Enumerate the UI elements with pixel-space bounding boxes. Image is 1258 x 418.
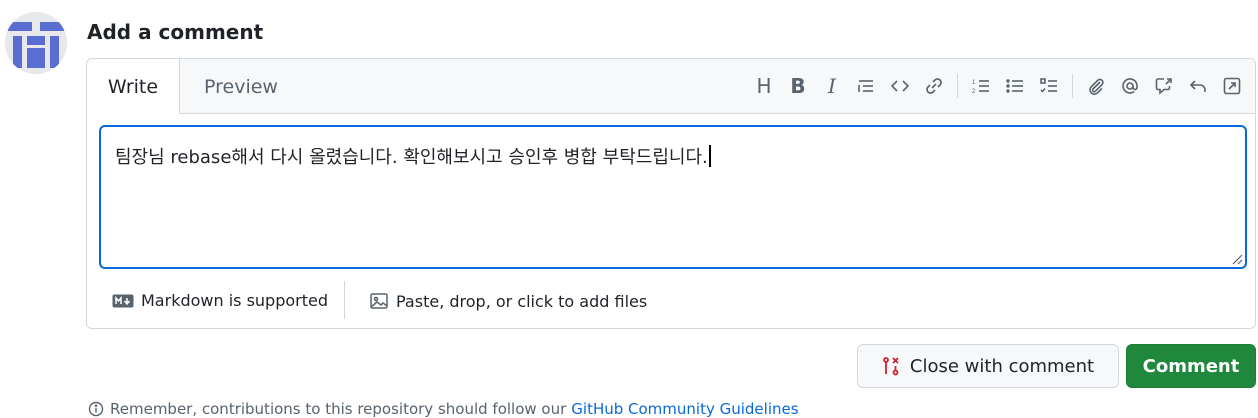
paperclip-icon[interactable] bbox=[1079, 72, 1113, 100]
comment-textarea[interactable]: 팀장님 rebase해서 다시 올렸습니다. 확인해보시고 승인후 병합 부탁드… bbox=[99, 125, 1247, 269]
markdown-label: Markdown is supported bbox=[141, 291, 329, 310]
bold-icon[interactable]: B bbox=[781, 72, 815, 100]
resize-handle-icon[interactable] bbox=[1231, 253, 1243, 265]
page-title: Add a comment bbox=[87, 20, 264, 44]
guidelines-link[interactable]: GitHub Community Guidelines bbox=[571, 400, 798, 418]
code-icon[interactable] bbox=[883, 72, 917, 100]
comment-text-wrapper: 팀장님 rebase해서 다시 올렸습니다. 확인해보시고 승인후 병합 부탁드… bbox=[115, 143, 711, 169]
italic-icon[interactable]: I bbox=[815, 72, 849, 100]
image-icon bbox=[370, 293, 388, 309]
comment-button[interactable]: Comment bbox=[1126, 344, 1256, 388]
guidelines-text: Remember, contributions to this reposito… bbox=[110, 400, 567, 418]
svg-text:1: 1 bbox=[972, 80, 976, 86]
footer-divider bbox=[344, 281, 345, 319]
attach-label: Paste, drop, or click to add files bbox=[396, 291, 648, 311]
text-caret bbox=[708, 145, 711, 167]
markdown-icon bbox=[112, 294, 134, 307]
info-icon bbox=[88, 401, 104, 417]
quote-icon[interactable] bbox=[849, 72, 883, 100]
formatting-tools: H B I 12 bbox=[747, 72, 1249, 100]
toolbar-divider bbox=[957, 74, 958, 98]
avatar[interactable] bbox=[5, 12, 67, 74]
comment-text: 팀장님 rebase해서 다시 올렸습니다. 확인해보시고 승인후 병합 부탁드… bbox=[115, 147, 708, 168]
ordered-list-icon[interactable]: 12 bbox=[964, 72, 998, 100]
link-icon[interactable] bbox=[917, 72, 951, 100]
svg-text:2: 2 bbox=[972, 89, 976, 95]
attach-files-button[interactable]: Paste, drop, or click to add files bbox=[369, 291, 647, 311]
editor-toolbar: Write Preview H B I 12 bbox=[87, 59, 1255, 114]
mention-icon[interactable] bbox=[1113, 72, 1147, 100]
toolbar-divider bbox=[1072, 74, 1073, 98]
editor-footer: Markdown is supported Paste, drop, or cl… bbox=[87, 281, 1255, 321]
unordered-list-icon[interactable] bbox=[998, 72, 1032, 100]
tab-preview[interactable]: Preview bbox=[204, 59, 278, 113]
close-with-comment-label: Close with comment bbox=[909, 355, 1095, 377]
close-with-comment-button[interactable]: Close with comment bbox=[857, 344, 1119, 388]
tab-write[interactable]: Write bbox=[87, 59, 180, 114]
issue-closed-icon bbox=[883, 357, 899, 376]
task-list-icon[interactable] bbox=[1032, 72, 1066, 100]
fullscreen-icon[interactable] bbox=[1215, 72, 1249, 100]
markdown-hint[interactable]: Markdown is supported bbox=[112, 291, 328, 310]
avatar-identicon bbox=[5, 12, 67, 74]
cross-reference-icon[interactable] bbox=[1147, 72, 1181, 100]
reply-icon[interactable] bbox=[1181, 72, 1215, 100]
comment-box: Write Preview H B I 12 팀장님 rebase해서 다시 올… bbox=[86, 58, 1256, 329]
heading-icon[interactable]: H bbox=[747, 72, 781, 100]
guidelines-note: Remember, contributions to this reposito… bbox=[88, 400, 799, 418]
